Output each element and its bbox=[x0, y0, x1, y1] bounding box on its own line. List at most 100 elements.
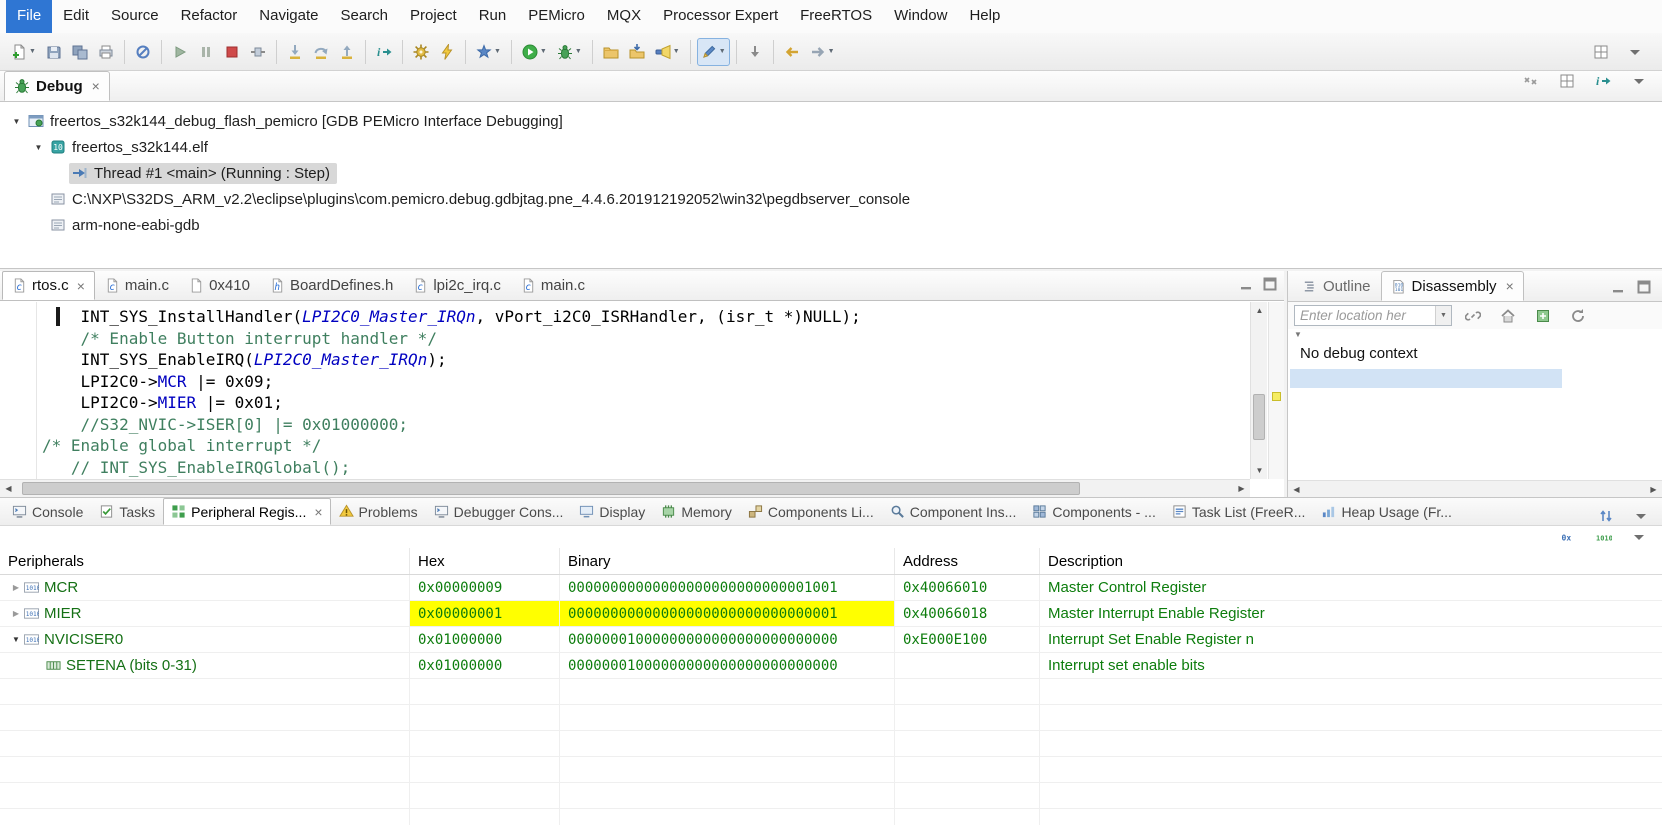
location-input[interactable]: Enter location her bbox=[1295, 308, 1435, 323]
menu-mqx[interactable]: MQX bbox=[596, 0, 652, 33]
sort-registers-button[interactable] bbox=[1594, 502, 1618, 530]
code-line[interactable]: /* Enable global interrupt */ bbox=[42, 435, 1232, 457]
tree-expand-toggle-icon[interactable]: ▼ bbox=[8, 117, 25, 126]
tab-console[interactable]: Console bbox=[4, 498, 91, 525]
import-button[interactable] bbox=[625, 38, 649, 66]
editor-tab-rtos-c[interactable]: c rtos.c × bbox=[2, 271, 95, 300]
debug-view-layout-button[interactable] bbox=[1555, 67, 1579, 95]
disassembly-menu-caret-icon[interactable]: ▼ bbox=[1294, 330, 1302, 339]
annotations-dropdown-icon[interactable]: ▼ bbox=[719, 48, 726, 55]
close-tab-icon[interactable]: × bbox=[314, 505, 322, 519]
close-tab-icon[interactable]: × bbox=[77, 279, 85, 293]
tab-outline[interactable]: Outline bbox=[1292, 271, 1381, 301]
code-line[interactable]: INT_SYS_InstallHandler(LPI2C0_Master_IRQ… bbox=[42, 306, 1232, 328]
menu-window[interactable]: Window bbox=[883, 0, 958, 33]
last-edit-location-button[interactable] bbox=[743, 38, 767, 66]
code-editor[interactable]: INT_SYS_InstallHandler(LPI2C0_Master_IRQ… bbox=[0, 302, 1284, 497]
tab-peripheral-regis[interactable]: Peripheral Regis... × bbox=[163, 498, 331, 525]
vertical-scroll-thumb[interactable] bbox=[1253, 394, 1265, 441]
debug-dropdown-icon[interactable]: ▼ bbox=[575, 48, 582, 55]
editor-tab-0x410[interactable]: 0x410 bbox=[179, 271, 260, 300]
annotations-button[interactable]: ▼ bbox=[696, 37, 730, 66]
terminate-button[interactable] bbox=[220, 38, 244, 66]
close-tab-icon[interactable]: × bbox=[92, 79, 100, 93]
run-dropdown-icon[interactable]: ▼ bbox=[540, 48, 547, 55]
column-header-peripherals[interactable]: Peripherals bbox=[0, 548, 410, 574]
maximize-icon[interactable] bbox=[1636, 279, 1652, 295]
disassembly-hscrollbar[interactable]: ◀ ▶ bbox=[1288, 480, 1662, 497]
scroll-right-icon[interactable]: ▶ bbox=[1645, 481, 1662, 498]
code-line[interactable]: // INT_SYS_EnableIRQGlobal(); bbox=[42, 457, 1232, 479]
generate-processor-expert-code-button[interactable] bbox=[409, 38, 433, 66]
skip-all-breakpoints-button[interactable] bbox=[131, 38, 155, 66]
tab-disassembly[interactable]: 010 101 Disassembly × bbox=[1380, 271, 1524, 301]
home-button[interactable] bbox=[1496, 302, 1520, 330]
scroll-right-icon[interactable]: ▶ bbox=[1233, 480, 1250, 497]
combo-dropdown-icon[interactable]: ▼ bbox=[1435, 306, 1451, 325]
location-combo[interactable]: Enter location her ▼ bbox=[1294, 305, 1452, 326]
scroll-down-icon[interactable]: ▼ bbox=[1251, 462, 1268, 479]
column-header-hex[interactable]: Hex bbox=[410, 548, 560, 574]
search-dropdown-icon[interactable]: ▼ bbox=[673, 48, 680, 55]
tab-debugger-cons[interactable]: Debugger Cons... bbox=[426, 498, 572, 525]
menu-run[interactable]: Run bbox=[468, 0, 518, 33]
expand-toggle-icon[interactable]: ▼ bbox=[8, 635, 24, 644]
vertical-scrollbar[interactable]: ▲ ▼ bbox=[1250, 302, 1267, 479]
editor-tab-BoardDefines-h[interactable]: h BoardDefines.h bbox=[260, 271, 403, 300]
debug-tree-item[interactable]: C:\NXP\S32DS_ARM_v2.2\eclipse\plugins\co… bbox=[0, 186, 1662, 212]
hex-format-toggle-button[interactable]: 0x bbox=[1557, 523, 1581, 551]
register-row-mier[interactable]: ▶ 1010 MIER 0x00000001 000000000000000000000… bbox=[0, 601, 1662, 627]
editor-tab-main-c[interactable]: c main.c bbox=[511, 271, 595, 300]
tab-task-list-freer[interactable]: Task List (FreeR... bbox=[1164, 498, 1314, 525]
tab-tasks[interactable]: Tasks bbox=[91, 498, 163, 525]
run-button[interactable]: ▼ bbox=[518, 38, 551, 66]
registers-tab-menu-button[interactable] bbox=[1629, 502, 1653, 530]
debug-tree-item[interactable]: Thread #1 <main> (Running : Step) bbox=[0, 160, 1662, 186]
back-button[interactable] bbox=[780, 38, 804, 66]
register-row-mcr[interactable]: ▶ 1010 MCR 0x00000009 0000000000000000000000… bbox=[0, 575, 1662, 601]
tab-display[interactable]: Display bbox=[571, 498, 653, 525]
debug-tree-item[interactable]: ▼ freertos_s32k144_debug_flash_pemicro [G… bbox=[0, 108, 1662, 134]
tab-problems[interactable]: Problems bbox=[331, 498, 426, 525]
register-row-setena[interactable]: SETENA (bits 0-31) 0x01000000 000000010000… bbox=[0, 653, 1662, 679]
selected-empty-row[interactable] bbox=[1290, 369, 1562, 388]
tab-memory[interactable]: Memory bbox=[653, 498, 740, 525]
editor-tab-main-c[interactable]: c main.c bbox=[95, 271, 179, 300]
overview-annotation[interactable] bbox=[1272, 392, 1281, 401]
menu-processor-expert[interactable]: Processor Expert bbox=[652, 0, 789, 33]
scroll-left-icon[interactable]: ◀ bbox=[0, 480, 17, 497]
forward-dropdown-icon[interactable]: ▼ bbox=[828, 48, 835, 55]
debug-button[interactable]: ▼ bbox=[553, 38, 586, 66]
step-into-button[interactable] bbox=[283, 38, 307, 66]
show-source-button[interactable] bbox=[1531, 302, 1555, 330]
horizontal-scrollbar[interactable]: ◀ ▶ bbox=[0, 479, 1250, 497]
column-header-binary[interactable]: Binary bbox=[560, 548, 895, 574]
print-button[interactable] bbox=[94, 38, 118, 66]
save-button[interactable] bbox=[42, 38, 66, 66]
search-button[interactable]: ▼ bbox=[651, 38, 684, 66]
close-tab-icon[interactable]: × bbox=[1506, 279, 1514, 293]
register-row-nviciser0[interactable]: ▼ 1010 NVICISER0 0x01000000 0000000100000000… bbox=[0, 627, 1662, 653]
new-button[interactable]: ▼ bbox=[7, 38, 40, 66]
disconnect-button[interactable] bbox=[246, 38, 270, 66]
menu-help[interactable]: Help bbox=[958, 0, 1011, 33]
menu-freertos[interactable]: FreeRTOS bbox=[789, 0, 883, 33]
menu-source[interactable]: Source bbox=[100, 0, 170, 33]
scroll-up-icon[interactable]: ▲ bbox=[1251, 302, 1268, 319]
debug-tree-item[interactable]: arm-none-eabi-gdb bbox=[0, 212, 1662, 238]
menu-search[interactable]: Search bbox=[329, 0, 399, 33]
horizontal-scroll-thumb[interactable] bbox=[22, 482, 1080, 495]
menu-refactor[interactable]: Refactor bbox=[170, 0, 249, 33]
code-line[interactable]: INT_SYS_EnableIRQ(LPI2C0_Master_IRQn); bbox=[42, 349, 1232, 371]
open-project-button[interactable] bbox=[599, 38, 623, 66]
menu-edit[interactable]: Edit bbox=[52, 0, 100, 33]
tab-debug[interactable]: Debug × bbox=[4, 71, 110, 101]
tree-expand-toggle-icon[interactable]: ▼ bbox=[30, 143, 47, 152]
menu-navigate[interactable]: Navigate bbox=[248, 0, 329, 33]
new-launch-configuration-button[interactable]: ▼ bbox=[472, 38, 505, 66]
maximize-icon[interactable] bbox=[1262, 276, 1278, 292]
save-all-button[interactable] bbox=[68, 38, 92, 66]
toolbar-overflow-button[interactable] bbox=[1623, 38, 1647, 66]
editor-tab-lpi2c_irq-c[interactable]: c lpi2c_irq.c bbox=[403, 271, 511, 300]
step-return-button[interactable] bbox=[335, 38, 359, 66]
